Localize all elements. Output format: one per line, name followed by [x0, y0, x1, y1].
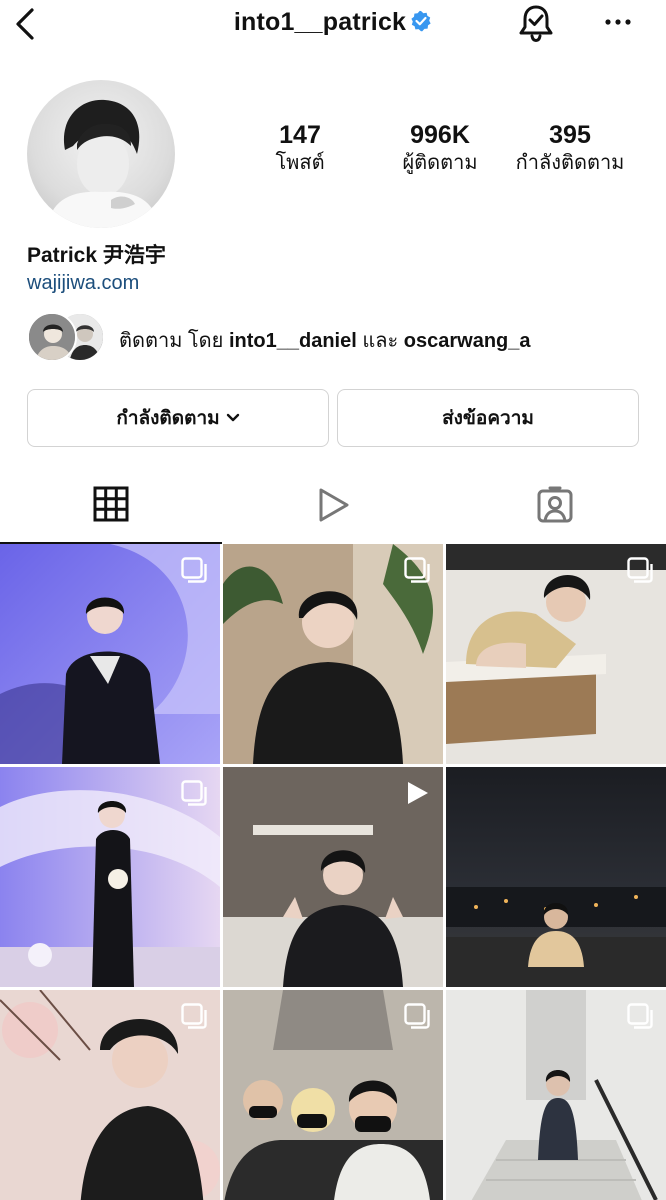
- stat-followers[interactable]: 996K ผู้ติดตาม: [385, 120, 495, 176]
- video-play-icon: [404, 780, 430, 806]
- message-button[interactable]: ส่งข้อความ: [337, 389, 639, 447]
- profile-avatar[interactable]: [27, 80, 175, 228]
- profile-website-link[interactable]: wajijiwa.com: [27, 272, 139, 295]
- stat-posts-value: 147: [279, 121, 321, 149]
- username-text: into1__patrick: [233, 8, 407, 36]
- stat-following[interactable]: 395 กำลังติดตาม: [510, 120, 630, 176]
- chevron-down-icon: [226, 407, 240, 429]
- mutual-user-2[interactable]: oscarwang_a: [404, 330, 531, 352]
- multi-photo-icon: [627, 557, 653, 583]
- profile-display-name: Patrick 尹浩宇: [27, 244, 166, 267]
- mutual-prefix: ติดตาม โดย: [119, 330, 229, 352]
- post-thumbnail[interactable]: [223, 767, 443, 987]
- post-thumbnail[interactable]: [0, 990, 220, 1200]
- multi-photo-icon: [627, 1003, 653, 1029]
- following-button[interactable]: กำลังติดตาม: [27, 389, 329, 447]
- reels-play-icon: [315, 486, 351, 529]
- more-options-icon[interactable]: [603, 12, 633, 32]
- multi-photo-icon: [404, 557, 430, 583]
- bell-check-icon[interactable]: [517, 3, 555, 43]
- grid-icon: [93, 486, 129, 527]
- multi-photo-icon: [181, 557, 207, 583]
- mutual-joiner: และ: [356, 330, 404, 352]
- top-bar: into1__patrick: [0, 0, 666, 50]
- post-thumbnail[interactable]: [223, 990, 443, 1200]
- stat-following-value: 395: [549, 121, 591, 149]
- following-button-label: กำลังติดตาม: [116, 408, 220, 429]
- multi-photo-icon: [181, 780, 207, 806]
- post-thumbnail[interactable]: [0, 544, 220, 764]
- post-thumbnail[interactable]: [446, 767, 666, 987]
- post-thumbnail[interactable]: [0, 767, 220, 987]
- profile-tabs: [0, 470, 666, 544]
- stat-followers-label: ผู้ติดตาม: [402, 152, 478, 174]
- tab-tagged[interactable]: [444, 470, 666, 544]
- stat-followers-value: 996K: [410, 121, 470, 149]
- multi-photo-icon: [404, 1003, 430, 1029]
- multi-photo-icon: [181, 1003, 207, 1029]
- stat-posts-label: โพสต์: [275, 152, 325, 174]
- posts-grid: [0, 544, 666, 1200]
- profile-username-title: into1__patrick: [0, 8, 666, 37]
- post-thumbnail[interactable]: [446, 990, 666, 1200]
- mutual-avatar-1: [27, 312, 77, 362]
- verified-badge-icon: [410, 10, 432, 32]
- tab-posts-grid[interactable]: [0, 470, 222, 544]
- message-button-label: ส่งข้อความ: [442, 408, 534, 429]
- profile-stats: 147 โพสต์ 996K ผู้ติดตาม 395 กำลังติดตาม: [240, 120, 640, 180]
- tagged-person-icon: [536, 486, 574, 529]
- tab-reels[interactable]: [222, 470, 444, 544]
- post-thumbnail[interactable]: [446, 544, 666, 764]
- stat-posts[interactable]: 147 โพสต์: [260, 120, 340, 176]
- mutual-user-1[interactable]: into1__daniel: [229, 330, 357, 352]
- stat-following-label: กำลังติดตาม: [515, 152, 625, 174]
- post-thumbnail[interactable]: [223, 544, 443, 764]
- mutual-followers[interactable]: ติดตาม โดย into1__daniel และ oscarwang_a: [27, 312, 647, 364]
- mutual-followers-text: ติดตาม โดย into1__daniel และ oscarwang_a: [119, 324, 531, 356]
